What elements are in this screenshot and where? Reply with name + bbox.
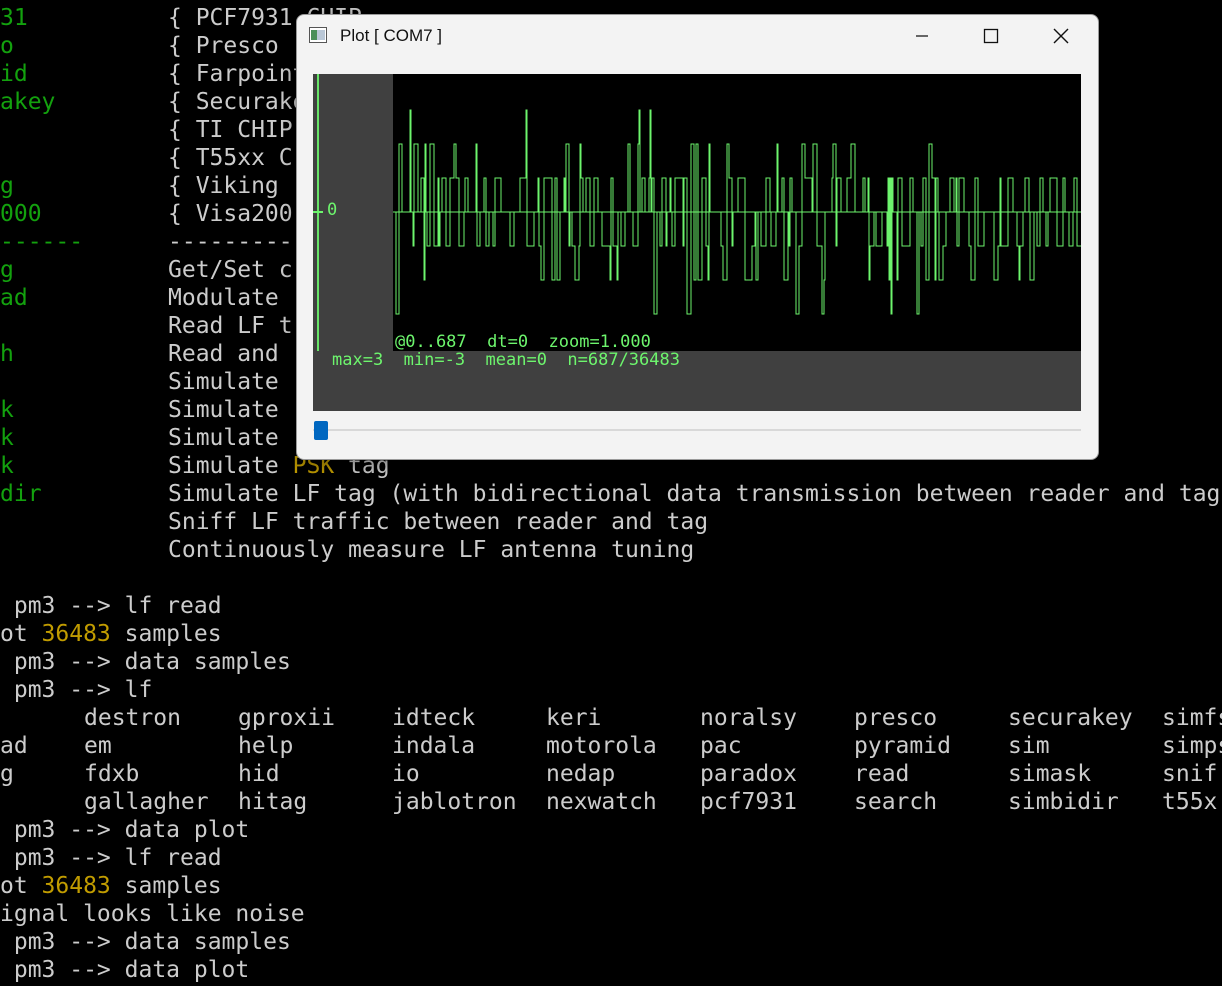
- completion-item: noralsy: [700, 705, 797, 731]
- signal-canvas[interactable]: [393, 74, 1081, 351]
- completion-item: pyramid: [854, 733, 951, 759]
- cmd-lf-read-2: pm3 --> lf read: [0, 845, 222, 871]
- command-description: Read and: [168, 341, 279, 367]
- completion-item: presco: [854, 705, 938, 731]
- command-description: Continuously measure LF antenna tuning: [168, 537, 695, 563]
- completion-item: nedap: [546, 761, 616, 787]
- command-description: { Viking: [168, 173, 279, 199]
- command-name: k: [0, 397, 14, 423]
- command-description: Simulate: [168, 425, 279, 451]
- stats-line: max=3 min=-3 mean=0 n=687/36483: [332, 350, 680, 370]
- plot-window[interactable]: Plot [ COM7 ] 0 max=3 min=-3 mean=0 n=68…: [296, 14, 1099, 460]
- status-line: @0..687 dt=0 zoom=1.000: [395, 332, 651, 352]
- command-name: g: [0, 173, 14, 199]
- command-name: dir: [0, 481, 42, 507]
- completion-item: read: [854, 761, 910, 787]
- command-name: 000: [0, 201, 42, 227]
- cmd-data-samples: pm3 --> data samples: [0, 649, 291, 675]
- completion-item: gallagher: [84, 789, 209, 815]
- command-description: { T55xx C: [168, 145, 293, 171]
- completion-item: destron: [84, 705, 181, 731]
- close-button[interactable]: [1028, 15, 1094, 57]
- completion-item: simps: [1162, 733, 1222, 759]
- command-name: g: [0, 257, 14, 283]
- completion-item: sim: [1008, 733, 1050, 759]
- minimize-button[interactable]: [889, 15, 955, 57]
- left-separator: ------: [0, 229, 84, 255]
- completion-item: gproxii: [238, 705, 335, 731]
- completion-item: search: [854, 789, 938, 815]
- cmd-data-plot-2: pm3 --> data plot: [0, 957, 250, 983]
- completion-item: hitag: [238, 789, 308, 815]
- command-name: o: [0, 33, 14, 59]
- command-description: Get/Set c: [168, 257, 293, 283]
- scrollbar-track[interactable]: [313, 429, 1081, 431]
- zero-label: 0: [327, 200, 338, 220]
- completion-item: securakey: [1008, 705, 1133, 731]
- command-description: { Visa200: [168, 201, 293, 227]
- command-name: ad: [0, 285, 28, 311]
- completion-item: simask: [1008, 761, 1092, 787]
- maximize-icon: [983, 28, 999, 44]
- signal-trace: [393, 109, 1081, 315]
- completion-item: indala: [392, 733, 476, 759]
- completion-item: idteck: [392, 705, 476, 731]
- plot-app-icon: [309, 27, 327, 43]
- completion-item: pac: [700, 733, 742, 759]
- command-name: h: [0, 341, 14, 367]
- command-name: 31: [0, 5, 28, 31]
- completion-item: simfs: [1162, 705, 1222, 731]
- completion-item: fdxb: [84, 761, 140, 787]
- command-description: { Securake: [168, 89, 307, 115]
- completion-item: simbidir: [1008, 789, 1119, 815]
- completion-item: jablotron: [392, 789, 517, 815]
- completion-lead: ad: [0, 733, 28, 759]
- command-name: k: [0, 425, 14, 451]
- samples-line-2: ot 36483 samples: [0, 873, 222, 899]
- maximize-button[interactable]: [958, 15, 1024, 57]
- command-description: Simulate: [168, 369, 279, 395]
- completion-item: hid: [238, 761, 280, 787]
- completion-item: snif: [1162, 761, 1218, 787]
- command-description: Sniff LF traffic between reader and tag: [168, 509, 709, 535]
- samples-line: ot 36483 samples: [0, 621, 222, 647]
- completion-item: io: [392, 761, 420, 787]
- completion-item: paradox: [700, 761, 797, 787]
- command-name: akey: [0, 89, 56, 115]
- command-description: Simulate LF tag (with bidirectional data…: [168, 481, 1221, 507]
- completion-item: pcf7931: [700, 789, 797, 815]
- minimize-icon: [916, 35, 928, 37]
- command-description: { Farpoint: [168, 61, 307, 87]
- completion-lead: g: [0, 761, 14, 787]
- command-description: { TI CHIP: [168, 117, 293, 143]
- cmd-lf: pm3 --> lf: [0, 677, 153, 703]
- completion-item: nexwatch: [546, 789, 657, 815]
- command-name: k: [0, 453, 14, 479]
- completion-item: motorola: [546, 733, 657, 759]
- cmd-lf-read: pm3 --> lf read: [0, 593, 222, 619]
- completion-item: keri: [546, 705, 602, 731]
- cmd-data-samples-2: pm3 --> data samples: [0, 929, 291, 955]
- command-name: id: [0, 61, 28, 87]
- completion-item: help: [238, 733, 294, 759]
- noise-warning: ignal looks like noise: [0, 901, 305, 927]
- close-icon: [1053, 28, 1069, 44]
- command-description: { Presco: [168, 33, 279, 59]
- completion-item: t55x: [1162, 789, 1218, 815]
- window-title: Plot [ COM7 ]: [340, 26, 443, 45]
- scrollbar-thumb[interactable]: [314, 421, 328, 440]
- completion-item: em: [84, 733, 112, 759]
- plot-area[interactable]: 0 max=3 min=-3 mean=0 n=687/36483 @0..68…: [313, 74, 1081, 411]
- command-description: Simulate: [168, 397, 279, 423]
- zero-tick: [313, 211, 323, 213]
- command-description: Read LF t: [168, 313, 293, 339]
- command-description: Modulate: [168, 285, 279, 311]
- title-bar[interactable]: Plot [ COM7 ]: [297, 15, 1098, 57]
- cmd-data-plot: pm3 --> data plot: [0, 817, 250, 843]
